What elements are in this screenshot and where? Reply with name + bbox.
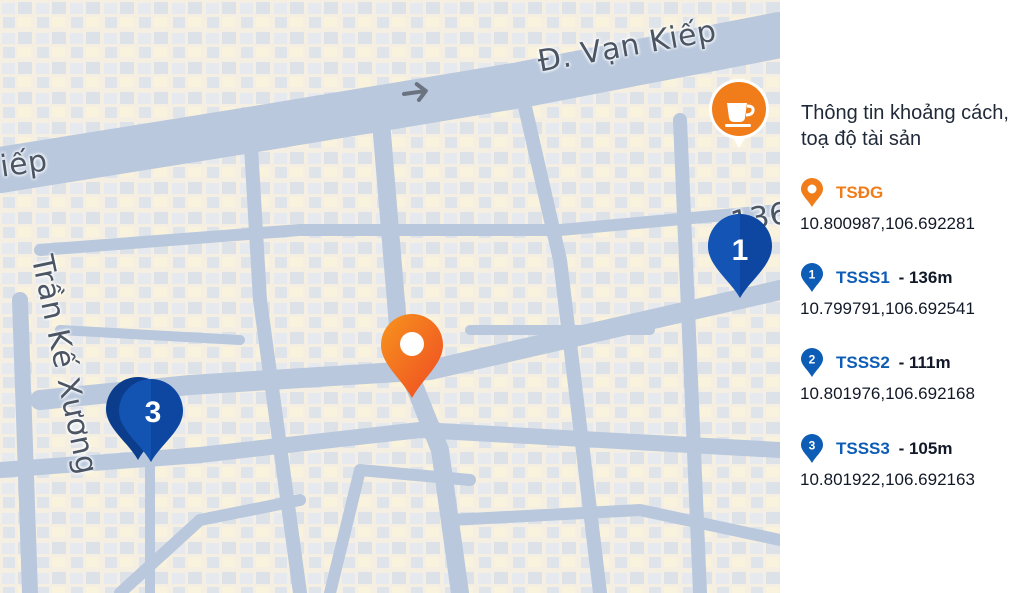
comparable-pin-1[interactable]: 1 xyxy=(706,212,774,300)
info-panel: Thông tin khoảng cách, toạ độ tài sản TS… xyxy=(780,0,1024,593)
entry-tsss1: 1 TSSS1 - 136m 10.799791,106.692541 xyxy=(800,263,1024,319)
map-area[interactable]: Đ. Vạn Kiếp iếp Trần Kế Xương 136 1 xyxy=(0,0,780,593)
entry-name: TSSS1 xyxy=(836,268,890,287)
entry-coordinates[interactable]: 10.801922,106.692163 xyxy=(800,470,1024,490)
svg-text:3: 3 xyxy=(809,439,816,453)
entry-tsdg: TSĐG 10.800987,106.692281 xyxy=(800,178,1024,234)
entry-name: TSSS2 xyxy=(836,353,890,372)
coffee-cup-icon xyxy=(709,79,769,148)
entry-coordinates[interactable]: 10.800987,106.692281 xyxy=(800,214,1024,234)
comparable-pin-3[interactable]: 3 xyxy=(104,374,190,464)
coffee-poi[interactable] xyxy=(708,78,770,150)
entry-name: TSĐG xyxy=(836,183,884,202)
orange-location-pin-icon xyxy=(381,314,443,398)
svg-text:1: 1 xyxy=(809,268,816,282)
entry-distance: - 111m xyxy=(893,353,951,372)
pin-1-number: 1 xyxy=(731,234,749,267)
street-label-van-kiep-left: iếp xyxy=(0,143,50,185)
orange-location-pin-icon xyxy=(801,178,823,207)
entry-name: TSSS3 xyxy=(836,439,890,458)
entry-distance: - 136m xyxy=(893,268,953,287)
panel-title: Thông tin khoảng cách, toạ độ tài sản xyxy=(801,102,1009,150)
entry-tsss2: 2 TSSS2 - 111m 10.801976,106.692168 xyxy=(800,348,1024,404)
subject-pin-tsdg[interactable] xyxy=(379,312,445,400)
blue-pin-3-icon: 3 xyxy=(801,434,823,463)
entry-coordinates[interactable]: 10.799791,106.692541 xyxy=(800,299,1024,319)
entry-coordinates[interactable]: 10.801976,106.692168 xyxy=(800,384,1024,404)
svg-text:2: 2 xyxy=(809,353,816,367)
blue-pin-2-icon: 2 xyxy=(801,348,823,377)
blue-pin-1-icon: 1 xyxy=(801,263,823,292)
entry-tsss3: 3 TSSS3 - 105m 10.801922,106.692163 xyxy=(800,434,1024,490)
map-canvas xyxy=(0,0,780,593)
pin-3-number: 3 xyxy=(144,396,162,429)
entry-distance: - 105m xyxy=(893,439,953,458)
